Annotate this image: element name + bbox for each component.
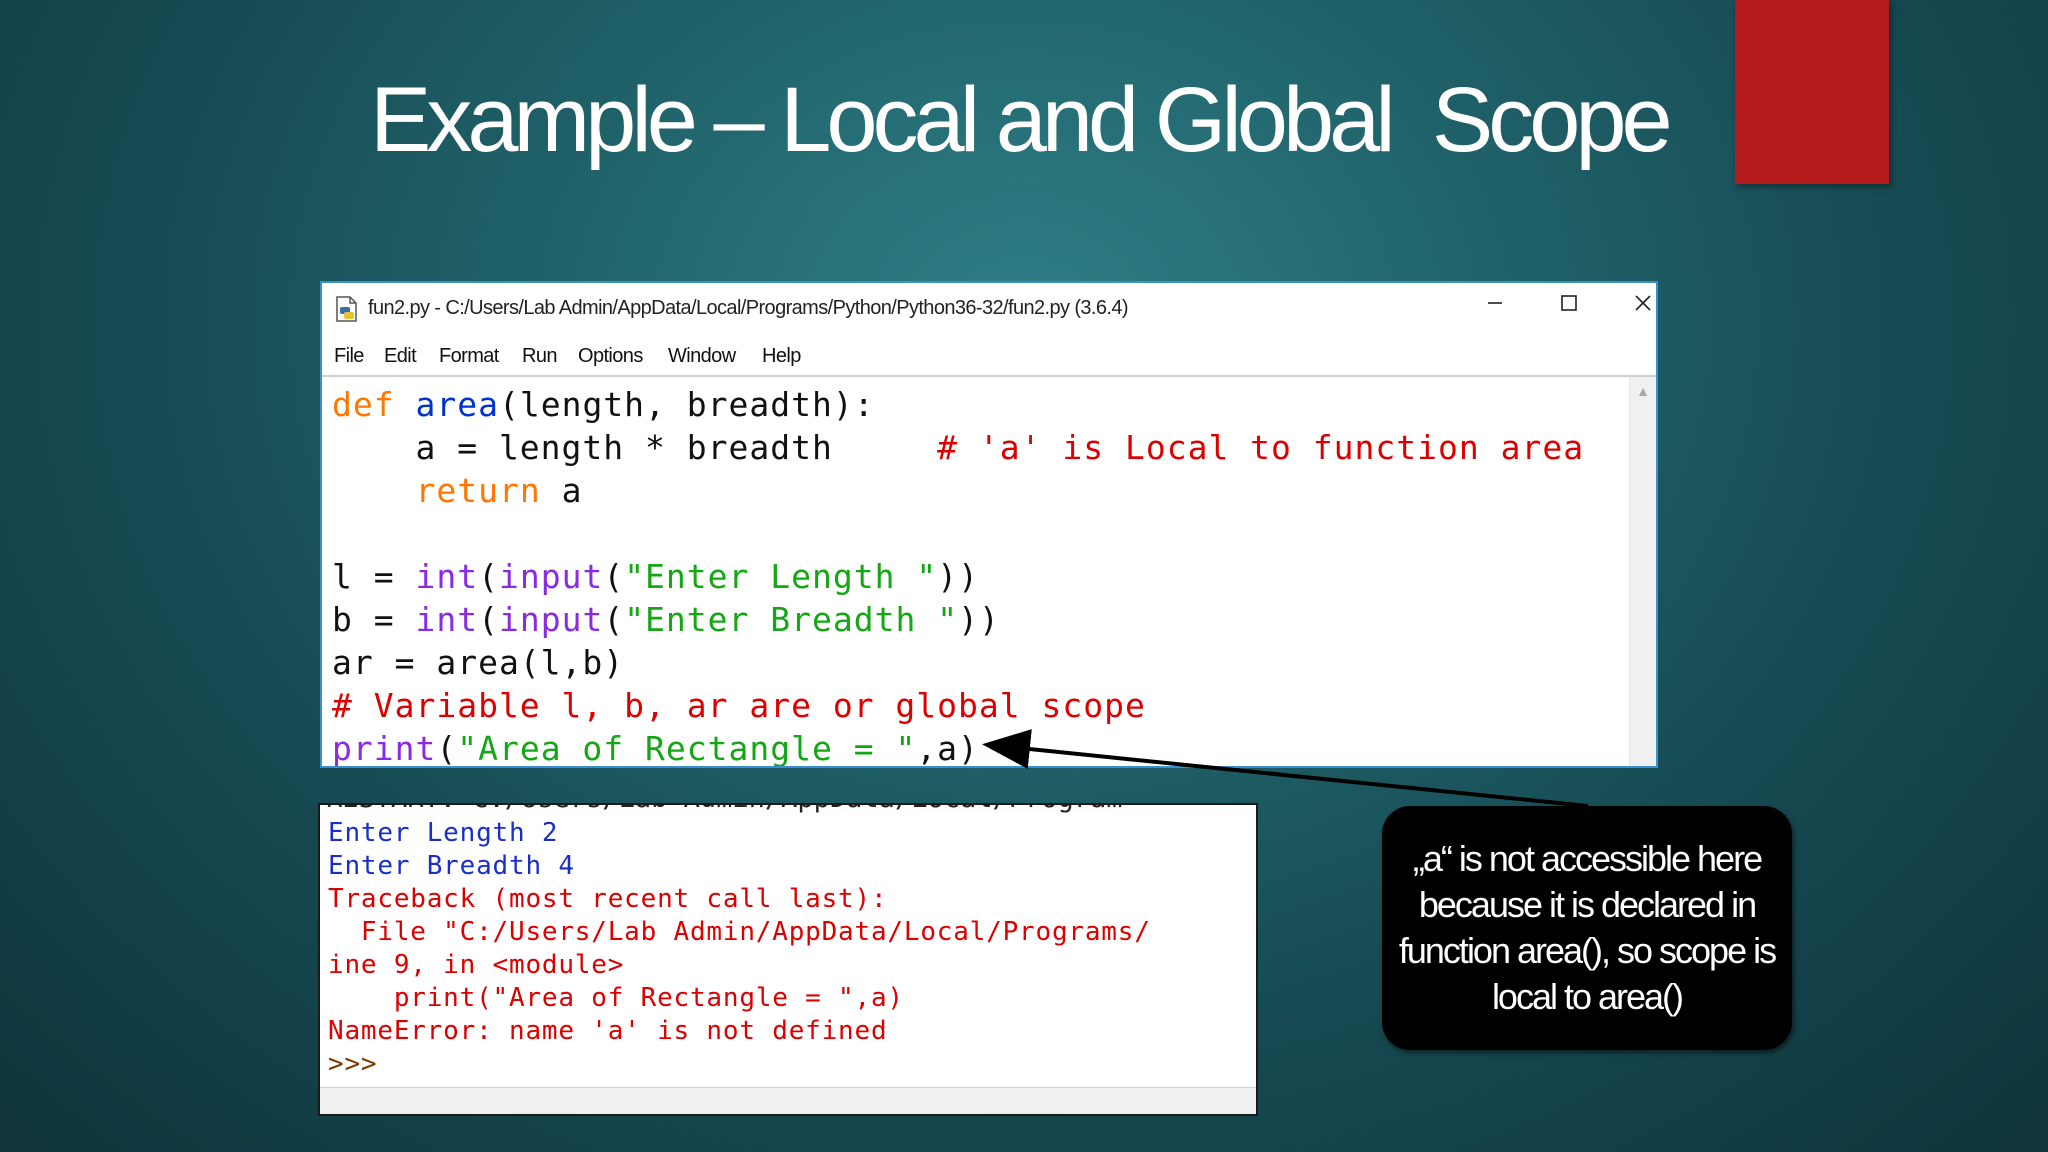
menu-options[interactable]: Options [578,345,643,368]
shell-prompt[interactable]: >>> [328,1048,1151,1081]
code-line: print("Area of Rectangle = ",a) [332,729,979,768]
title-bar[interactable]: fun2.py - C:/Users/Lab Admin/AppData/Loc… [322,283,1656,335]
callout-box: „a“ is not accessible here because it is… [1382,806,1792,1050]
shell-line: File "C:/Users/Lab Admin/AppData/Local/P… [328,917,1151,947]
menu-format[interactable]: Format [439,345,499,368]
shell-line: Traceback (most recent call last): [328,884,888,914]
slide-title: Example – Local and Global Scope [370,69,1673,171]
menu-run[interactable]: Run [522,345,557,368]
shell-status-bar [320,1087,1256,1114]
code-line: l = int(input("Enter Length ")) [332,557,979,596]
minimize-icon [1488,302,1502,304]
close-icon [1635,295,1651,311]
shell-line: Enter Length 2 [328,818,559,848]
code-editor[interactable]: def area(length, breadth): a = length * … [332,383,1628,768]
shell-restart-line: RESTART: C:/Users/Lab Admin/AppData/Loca… [326,805,1123,814]
menu-help[interactable]: Help [762,345,801,368]
code-line: ar = area(l,b) [332,643,625,682]
shell-line: NameError: name 'a' is not defined [328,1016,888,1046]
close-button[interactable] [1618,291,1656,327]
maximize-button[interactable] [1544,291,1594,327]
code-line: return a [415,471,583,510]
shell-line: ine 9, in <module> [328,950,625,980]
maximize-icon [1561,295,1577,311]
python-file-icon [334,295,360,323]
idle-editor-window: fun2.py - C:/Users/Lab Admin/AppData/Loc… [320,281,1658,768]
minimize-button[interactable] [1470,291,1520,327]
window-title: fun2.py - C:/Users/Lab Admin/AppData/Loc… [368,297,1129,319]
python-shell-output: RESTART: C:/Users/Lab Admin/AppData/Loca… [318,803,1258,1116]
shell-line: print("Area of Rectangle = ",a) [328,983,904,1013]
code-line: b = int(input("Enter Breadth ")) [332,600,1000,639]
code-line-comment: # Variable l, b, ar are or global scope [332,686,1146,725]
callout-text: „a“ is not accessible here because it is… [1398,838,1777,1017]
code-line: def area(length, breadth): [332,385,875,424]
shell-line: Enter Breadth 4 [328,851,575,881]
menu-file[interactable]: File [334,345,364,368]
menu-window[interactable]: Window [668,345,736,368]
code-line: a = length * breadth # 'a' is Local to f… [332,428,1585,467]
menu-edit[interactable]: Edit [384,345,417,368]
accent-bar [1735,0,1889,184]
vertical-scrollbar[interactable]: ▲ [1629,377,1656,766]
shell-lines: Enter Length 2 Enter Breadth 4 Traceback… [328,817,1151,1081]
scroll-up-icon[interactable]: ▲ [1630,379,1656,403]
menu-bar: File Edit Format Run Options Window Help [322,335,1656,377]
